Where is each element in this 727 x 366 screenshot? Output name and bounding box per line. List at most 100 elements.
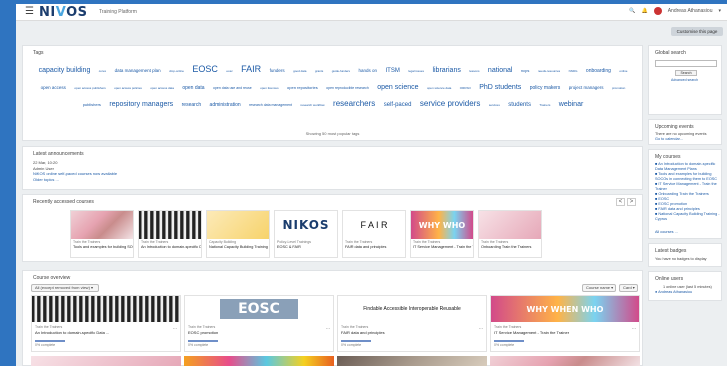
course-card-image[interactable]	[337, 356, 487, 366]
notification-bell-icon[interactable]: 🔔	[641, 8, 647, 14]
course-name[interactable]: An Introduction to domain-specific Data.…	[139, 244, 201, 250]
recent-course-card[interactable]: Train the Trainers Onboarding Train the T…	[478, 210, 542, 258]
tag-link[interactable]: publishers	[83, 102, 101, 107]
tag-link[interactable]: open licences	[260, 86, 278, 90]
course-actions-menu[interactable]: ...	[479, 325, 483, 331]
recent-course-card[interactable]: F A I R Train the Trainers FAIR data and p…	[342, 210, 406, 258]
course-card[interactable]: Train the Trainers An Introduction to dom…	[31, 295, 181, 352]
tag-link[interactable]: ITSM	[386, 68, 400, 74]
tag-link[interactable]: open science data	[427, 86, 451, 90]
tag-link[interactable]: self-paced	[384, 102, 412, 108]
tag-link[interactable]: national	[488, 67, 513, 74]
my-course-link[interactable]: ■ National Capacity Building Training - …	[655, 212, 721, 222]
tag-link[interactable]: hands on	[359, 68, 378, 73]
search-button[interactable]: Search	[675, 70, 697, 76]
tag-link[interactable]: FAIR	[241, 64, 261, 74]
view-dropdown[interactable]: Card ▾	[619, 284, 638, 292]
tag-link[interactable]: dmp-online	[169, 69, 184, 73]
my-course-link[interactable]: ■ Tools and examples for building SOCOs …	[655, 172, 721, 182]
tag-link[interactable]: data management plan	[115, 68, 161, 73]
announcement-headline-link[interactable]: NiKOS online self-paced courses now avai…	[33, 171, 117, 177]
tag-link[interactable]: open access publishers	[74, 86, 105, 90]
user-name[interactable]: Andreas Athanasiou	[668, 8, 713, 14]
tag-link[interactable]: researchers	[333, 99, 375, 108]
course-name[interactable]: Onboarding Train the Trainers	[479, 244, 541, 250]
tag-link[interactable]: open repositories	[287, 85, 318, 90]
tag-link[interactable]: open data use and reuse	[213, 86, 252, 90]
customise-page-button[interactable]: Customise this page	[671, 27, 723, 36]
advanced-search-link[interactable]: Advanced search	[671, 78, 698, 82]
online-user-link[interactable]: ● Andreas Athanasiou	[655, 290, 692, 295]
search-icon[interactable]: 🔍	[629, 8, 635, 14]
grouping-filter-dropdown[interactable]: All (except removed from view) ▾	[31, 284, 99, 292]
tag-link[interactable]: students	[508, 102, 531, 108]
course-name[interactable]: EOSC promotion	[185, 329, 333, 336]
tag-link[interactable]: services	[489, 103, 500, 107]
tag-link[interactable]: open access data	[150, 86, 174, 90]
tag-link[interactable]: PhD students	[479, 84, 521, 91]
tag-link[interactable]: Trainers	[539, 103, 550, 107]
tag-link[interactable]: capacity building	[39, 67, 91, 74]
tag-link[interactable]: service providers	[420, 99, 480, 108]
tag-link[interactable]: grants	[315, 69, 323, 73]
tag-link[interactable]: online	[619, 69, 627, 73]
tag-link[interactable]: research data management	[249, 103, 292, 107]
course-actions-menu[interactable]: ...	[326, 325, 330, 331]
course-card-image[interactable]	[490, 356, 640, 366]
tag-link[interactable]: research	[182, 102, 201, 108]
tag-link[interactable]: NNDG	[569, 69, 578, 73]
course-card-image[interactable]	[184, 356, 334, 366]
tag-link[interactable]: EOSC	[192, 64, 218, 74]
tag-link[interactable]: lessons	[469, 69, 479, 73]
course-name[interactable]: FAIR data and principles	[338, 329, 486, 336]
course-actions-menu[interactable]: ...	[173, 325, 177, 331]
course-card[interactable]: EOSC Train the Trainers EOSC promotion 0% c…	[184, 295, 334, 352]
tag-link[interactable]: ncps	[521, 68, 529, 73]
course-name[interactable]: EOSC & FAIR	[275, 244, 337, 250]
recent-course-card[interactable]: Capacity Building National Capacity Build…	[206, 210, 270, 258]
tag-link[interactable]: open access	[41, 85, 66, 90]
all-courses-link[interactable]: All courses ...	[655, 230, 678, 235]
tag-link[interactable]: open data	[182, 85, 204, 91]
tag-link[interactable]: guide-funders	[332, 69, 350, 73]
tag-link[interactable]: ORDSO	[460, 86, 471, 90]
prev-button[interactable]: <	[616, 198, 625, 206]
chevron-down-icon[interactable]: ▾	[718, 8, 721, 14]
hamburger-menu-icon[interactable]: ☰	[25, 7, 34, 17]
recent-course-card[interactable]: Train the Trainers An Introduction to dom…	[138, 210, 202, 258]
tag-link[interactable]: project managers	[569, 85, 604, 90]
next-button[interactable]: >	[627, 198, 636, 206]
tag-link[interactable]: administration	[210, 102, 241, 108]
avatar[interactable]	[653, 7, 662, 15]
tag-link[interactable]: good data	[293, 69, 306, 73]
course-card-image[interactable]	[31, 356, 181, 366]
recent-course-card[interactable]: NIKOS Policy-Level Trainings EOSC & FAIR	[274, 210, 338, 258]
course-name[interactable]: National Capacity Building Training - Cy…	[207, 244, 269, 250]
tag-link[interactable]: legal issues	[408, 69, 424, 73]
tag-link[interactable]: policy makers	[530, 85, 561, 91]
calendar-link[interactable]: Go to calendar...	[655, 137, 683, 142]
tag-link[interactable]: eosc	[226, 69, 232, 73]
tag-link[interactable]: open access policies	[114, 86, 142, 90]
tag-link[interactable]: open reproducible research	[326, 86, 369, 90]
course-card[interactable]: Findable Accessible Interoperable Reusab…	[337, 295, 487, 352]
older-topics-link[interactable]: Older topics ...	[33, 177, 117, 183]
tag-link[interactable]: corex	[99, 69, 106, 73]
site-logo[interactable]: NIVOS	[39, 5, 87, 20]
course-name[interactable]: FAIR data and principles	[343, 244, 405, 250]
search-input[interactable]	[655, 60, 717, 67]
course-name[interactable]: IT Service Management - Train the Train.…	[411, 244, 473, 250]
course-card[interactable]: WHY WHEN WHO Train the Trainers IT Service…	[490, 295, 640, 352]
tag-link[interactable]: webinar	[559, 101, 584, 108]
course-actions-menu[interactable]: ...	[632, 325, 636, 331]
tag-link[interactable]: promotion	[612, 86, 625, 90]
tag-link[interactable]: librarians	[432, 67, 460, 74]
course-name[interactable]: An Introduction to domain-specific Data …	[32, 329, 180, 336]
course-name[interactable]: Tools and examples for building SOCOs ..…	[71, 244, 133, 250]
tag-link[interactable]: funders	[270, 68, 285, 73]
sort-dropdown[interactable]: Course name ▾	[582, 284, 616, 292]
tag-link[interactable]: repository managers	[109, 101, 173, 108]
tag-link[interactable]: onboarding	[586, 68, 611, 74]
my-course-link[interactable]: ■ An Introduction to domain-specific Dat…	[655, 162, 721, 172]
recent-course-card[interactable]: WHY WHO Train the Trainers IT Service Mana…	[410, 210, 474, 258]
